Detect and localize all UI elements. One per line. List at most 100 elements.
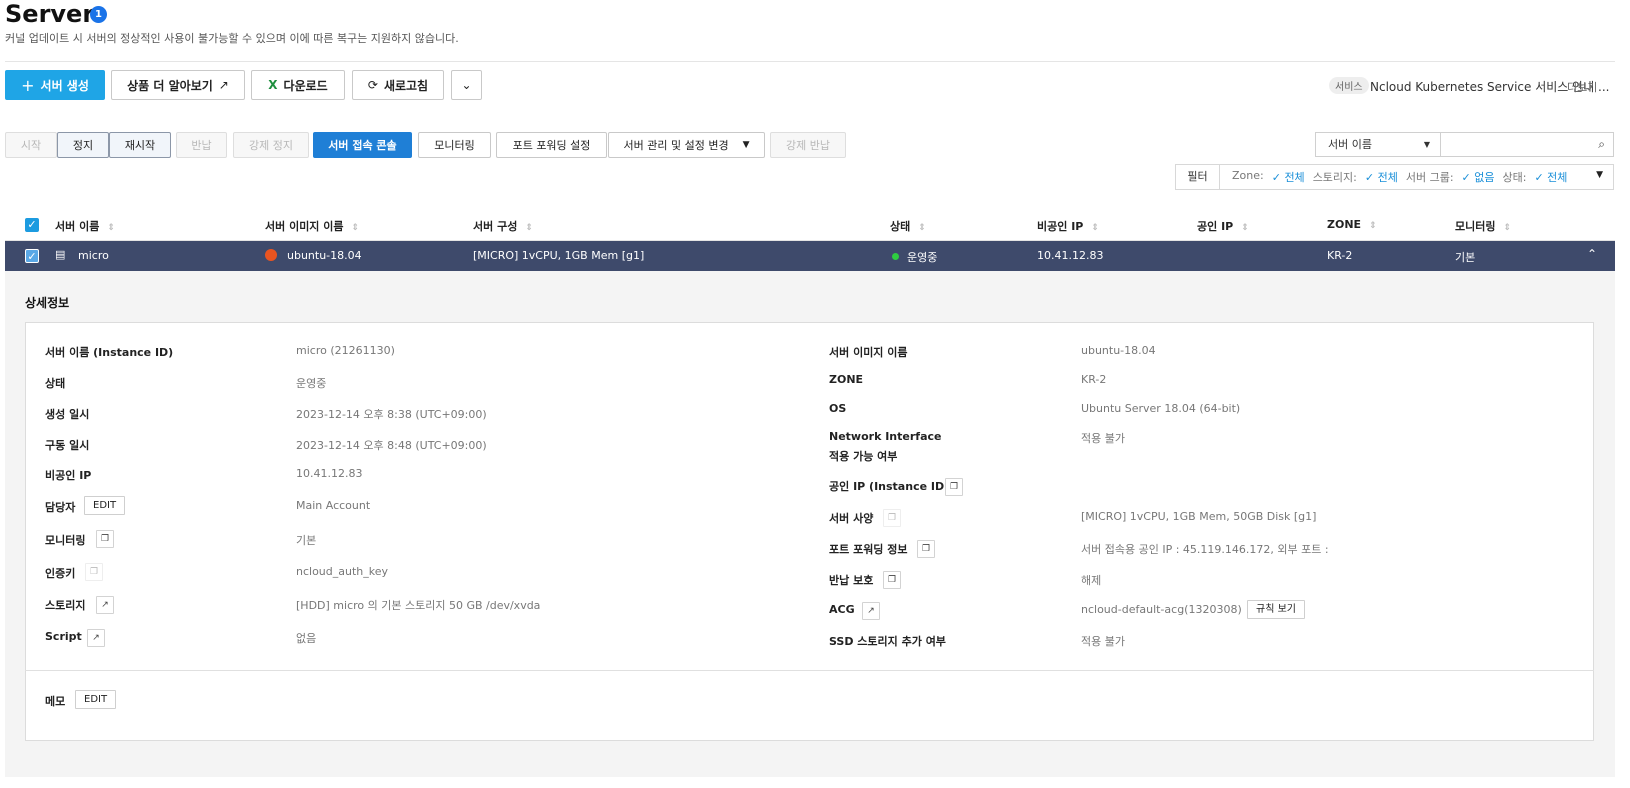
learn-more-button[interactable]: 상품 더 알아보기 ↗	[111, 70, 245, 100]
port-forwarding-button[interactable]: 포트 포워딩 설정	[496, 132, 607, 158]
detail-title: 상세정보	[25, 296, 70, 310]
copy-icon[interactable]: ❐	[883, 571, 901, 589]
external-link-icon[interactable]: ↗	[862, 602, 880, 620]
force-stop-button[interactable]: 강제 정지	[233, 132, 309, 158]
detail-label: 모니터링	[45, 534, 86, 547]
detail-label: ZONE	[829, 373, 864, 386]
detail-value: ncloud_auth_key	[296, 565, 389, 578]
detail-value: ubuntu-18.04	[1081, 344, 1156, 357]
caret-down-icon: ▼	[742, 140, 750, 150]
copy-icon[interactable]: ❐	[917, 540, 935, 558]
status-dot	[892, 253, 899, 260]
filter-dropdown-icon[interactable]: ▼	[1596, 170, 1603, 180]
refresh-button[interactable]: ⟳ 새로고침	[352, 70, 444, 100]
detail-label: OS	[829, 402, 847, 415]
detail-label: 서버 이름 (Instance ID)	[45, 346, 174, 359]
memo-edit-button[interactable]: EDIT	[75, 690, 117, 709]
copy-icon[interactable]: ❐	[883, 509, 901, 527]
detail-value: 없음	[296, 632, 317, 645]
search-field-select[interactable]: 서버 이름 ▼	[1315, 132, 1441, 157]
column-header[interactable]: 서버 이미지 이름 ⇕	[265, 218, 359, 234]
detail-value: 10.41.12.83	[296, 467, 363, 480]
service-tag: 서비스	[1329, 77, 1369, 94]
copy-icon[interactable]: ❐	[85, 563, 103, 581]
detail-value: 2023-12-14 오후 8:38 (UTC+09:00)	[296, 408, 487, 421]
page-subtitle: 커널 업데이트 시 서버의 정상적인 사용이 불가능할 수 있으며 이에 따른 …	[5, 32, 459, 45]
force-return-button[interactable]: 강제 반납	[770, 132, 846, 158]
detail-box	[25, 322, 1594, 741]
table-header: ✓ 서버 이름 ⇕ 서버 이미지 이름 ⇕ 서버 구성 ⇕ 상태 ⇕ 비공인 IP ⇕ 공…	[5, 210, 1615, 241]
column-header[interactable]: 서버 구성 ⇕	[473, 218, 533, 234]
column-header[interactable]: 상태 ⇕	[890, 218, 926, 234]
filter-bar[interactable]: 필터 Zone: ✓ 전체 스토리지: ✓ 전체 서버 그룹: ✓ 없음 상태:…	[1175, 164, 1614, 190]
row-checkbox[interactable]: ✓	[25, 249, 39, 263]
detail-label: 서버 이미지 이름	[829, 346, 908, 359]
external-link-icon[interactable]: ↗	[87, 629, 105, 647]
monitoring-button[interactable]: 모니터링	[418, 132, 491, 158]
create-server-button[interactable]: + 서버 생성	[5, 70, 105, 100]
detail-label: SSD 스토리지 추가 여부	[829, 635, 946, 648]
detail-label: 구동 일시	[45, 439, 90, 452]
view-rules-button[interactable]: 규칙 보기	[1247, 600, 1305, 619]
refresh-icon: ⟳	[367, 78, 378, 92]
detail-label: 상태	[45, 377, 66, 390]
memo-label: 메모	[45, 695, 66, 708]
detail-label: 담당자	[45, 501, 76, 514]
cell-monitoring: 기본	[1455, 251, 1476, 264]
restart-button[interactable]: 재시작	[109, 132, 171, 158]
server-console-button[interactable]: 서버 접속 콘솔	[313, 132, 412, 158]
detail-label: 생성 일시	[45, 408, 90, 421]
detail-value: ncloud-default-acg(1320308)	[1081, 603, 1242, 616]
sort-icon: ⇕	[1241, 223, 1249, 233]
column-header[interactable]: 서버 이름 ⇕	[55, 218, 115, 234]
cell-status: 운영중	[907, 251, 938, 264]
search-icon[interactable]: ⌕	[1598, 137, 1605, 152]
stop-button[interactable]: 정지	[57, 132, 109, 158]
column-header[interactable]: ZONE ⇕	[1327, 218, 1377, 231]
search-input[interactable]: ⌕	[1440, 132, 1614, 157]
detail-label: Network Interface	[829, 430, 942, 443]
detail-value: KR-2	[1081, 373, 1107, 386]
detail-label: 포트 포워딩 정보	[829, 543, 908, 556]
ubuntu-icon	[265, 249, 277, 261]
column-header[interactable]: 비공인 IP ⇕	[1037, 218, 1099, 234]
copy-icon[interactable]: ❐	[96, 530, 114, 548]
detail-label: 적용 가능 여부	[829, 450, 898, 463]
detail-value: [HDD] micro 의 기본 스토리지 50 GB /dev/xvda	[296, 599, 541, 612]
owner-edit-button[interactable]: EDIT	[84, 496, 126, 515]
detail-label: Script	[45, 630, 82, 643]
server-manage-dropdown[interactable]: 서버 관리 및 설정 변경 ▼	[608, 132, 765, 158]
return-button[interactable]: 반납	[176, 132, 227, 158]
detail-label: 공인 IP (Instance ID)	[829, 480, 950, 493]
column-header[interactable]: 모니터링 ⇕	[1455, 218, 1511, 234]
caret-down-icon: ▼	[1423, 140, 1430, 149]
sort-icon: ⇕	[351, 223, 360, 233]
start-button[interactable]: 시작	[5, 132, 57, 158]
detail-label: 스토리지	[45, 599, 86, 612]
detail-label: 인증키	[45, 567, 76, 580]
column-header[interactable]: 공인 IP ⇕	[1197, 218, 1249, 234]
detail-label: ACG	[829, 603, 855, 616]
detail-value: micro (21261130)	[296, 344, 395, 357]
detail-value: 운영중	[296, 377, 327, 390]
external-link-icon[interactable]: ↗	[96, 596, 114, 614]
server-icon: ▤	[55, 248, 66, 261]
download-button[interactable]: X 다운로드	[251, 70, 345, 100]
cell-image: ubuntu-18.04	[287, 249, 362, 262]
cell-spec: [MICRO] 1vCPU, 1GB Mem [g1]	[473, 249, 645, 262]
service-more-link[interactable]: 더보기	[1567, 79, 1597, 95]
sort-icon: ⇕	[1091, 223, 1099, 233]
collapse-chevron-icon[interactable]: ⌃	[1587, 247, 1597, 261]
table-row[interactable]: ✓ ▤ micro ubuntu-18.04 [MICRO] 1vCPU, 1G…	[5, 241, 1615, 271]
sort-icon: ⇕	[525, 223, 533, 233]
filter-label: 필터	[1176, 165, 1220, 189]
more-options-button[interactable]: ⌄	[451, 70, 482, 100]
detail-label: 서버 사양	[829, 512, 874, 525]
detail-value: 해제	[1081, 574, 1102, 587]
copy-icon[interactable]: ❐	[945, 478, 963, 496]
select-all-checkbox[interactable]: ✓	[25, 218, 39, 232]
detail-value: Main Account	[296, 499, 371, 512]
sort-icon: ⇕	[107, 223, 115, 233]
detail-label: 비공인 IP	[45, 469, 92, 482]
header-divider	[5, 61, 1615, 62]
